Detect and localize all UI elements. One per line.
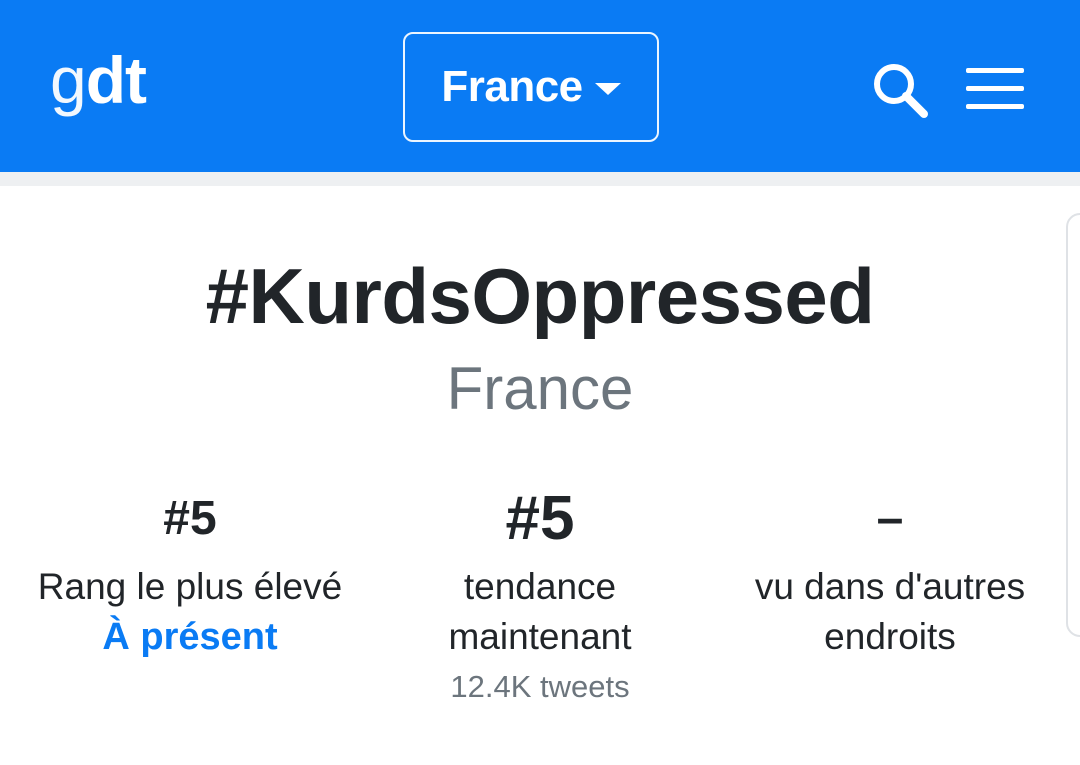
gdt-logo[interactable]: gdt [50,40,147,120]
trend-country: France [446,355,634,422]
trending-now-label: tendance maintenant [448,566,632,657]
search-button[interactable] [868,58,932,122]
header-shadow [0,172,1080,186]
highest-rank-value: #5 [163,492,217,545]
stat-highest-rank: #5 Rang le plus élevé À présent [25,490,355,662]
now-link[interactable]: À présent [25,612,355,662]
country-dropdown[interactable]: France [403,32,659,142]
tweet-count: 12.4K tweets [450,669,630,704]
seen-elsewhere-label: vu dans d'autres endroits [754,566,1026,657]
caret-down-icon [594,83,621,95]
stat-seen-elsewhere: – vu dans d'autres endroits [725,490,1055,662]
seen-elsewhere-value: – [876,492,904,545]
country-dropdown-label: France [441,62,583,111]
hamburger-menu-icon[interactable] [966,68,1024,110]
trend-hashtag-title: #KurdsOppressed [205,252,875,340]
highest-rank-label: Rang le plus élevé [37,566,343,607]
top-navbar: gdt France [0,0,1080,172]
trending-now-value: #5 [505,484,575,553]
stat-trending-now: #5 tendance maintenant 12.4K tweets [375,484,705,712]
search-icon [874,64,928,118]
